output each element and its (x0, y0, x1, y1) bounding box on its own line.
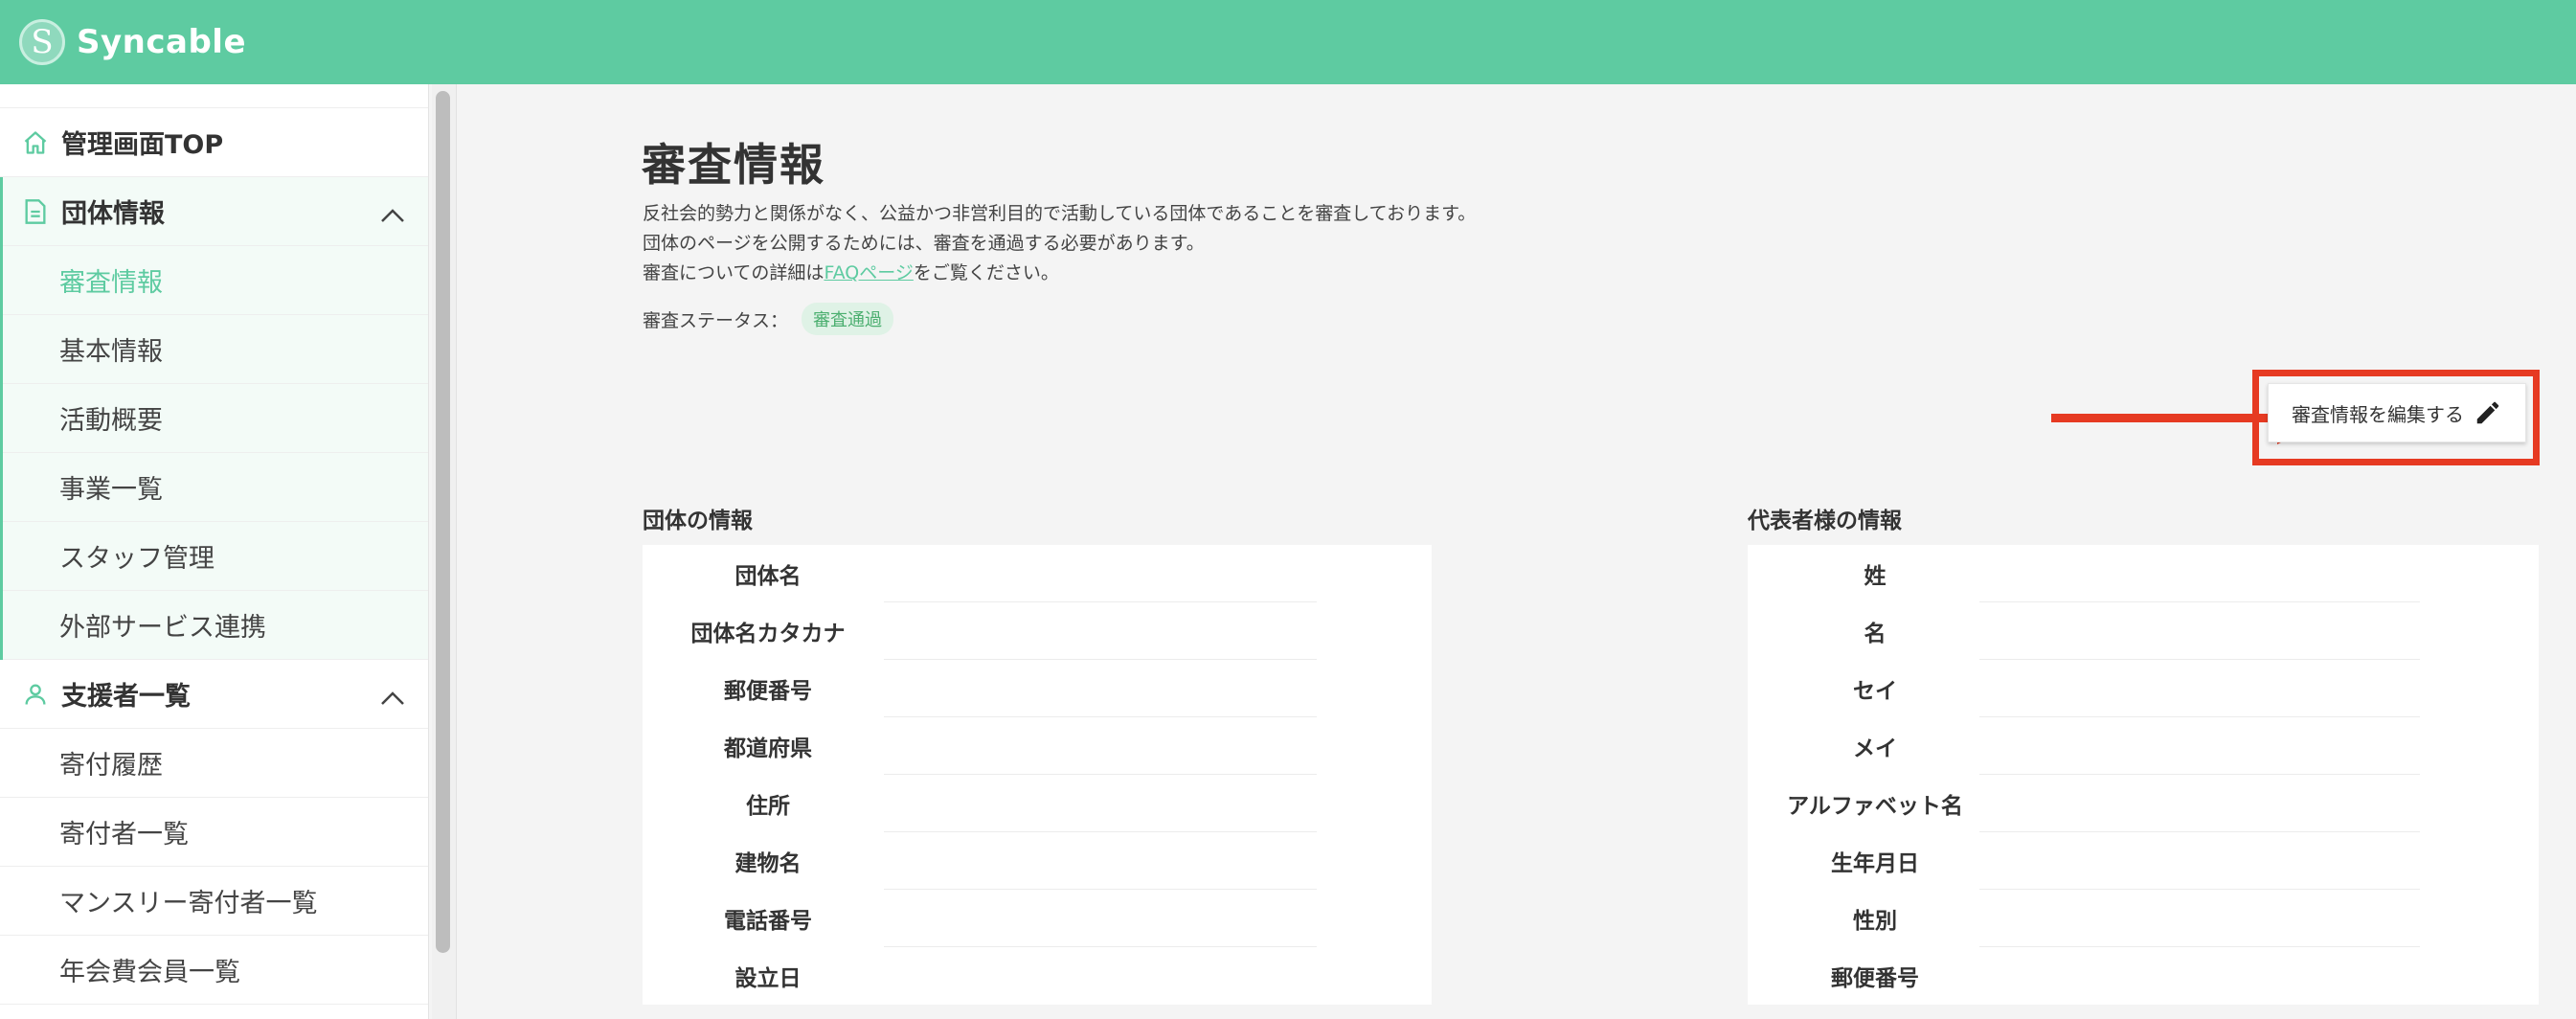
sidebar-item-projects[interactable]: 事業一覧 (3, 453, 428, 522)
table-row: 設立日 (734, 966, 802, 991)
sidebar-item-staff[interactable]: スタッフ管理 (3, 522, 428, 591)
sidebar-group-header-supporters[interactable]: 支援者一覧 (0, 660, 428, 729)
home-icon (21, 128, 50, 157)
table-row: アルファベット名 (1748, 775, 2539, 832)
faq-link[interactable]: FAQページ (824, 262, 913, 283)
sidebar-item-monthly-donors[interactable]: マンスリー寄付者一覧 (0, 867, 428, 936)
sidebar-item-label: 支援者一覧 (61, 682, 191, 712)
sidebar-item-label: 管理画面TOP (61, 130, 224, 160)
status-badge: 審査通過 (802, 303, 894, 335)
org-section-title: 団体の情報 (643, 509, 753, 533)
sidebar-item-donors[interactable]: 寄付者一覧 (0, 798, 428, 867)
chevron-up-icon[interactable] (380, 683, 405, 713)
chevron-up-icon[interactable] (380, 200, 405, 230)
table-row: 都道府県 (643, 717, 1432, 775)
status-row: 審査ステータス： 審査通過 (643, 303, 894, 335)
edit-screening-button[interactable]: 審査情報を編集する (2268, 383, 2526, 442)
table-row: セイ (1748, 660, 2539, 717)
status-label: 審査ステータス： (643, 309, 789, 331)
table-row: 郵便番号 (643, 660, 1432, 717)
table-row: メイ (1748, 717, 2539, 775)
sidebar-group-header-organization[interactable]: 団体情報 (3, 177, 428, 246)
document-icon (21, 197, 50, 226)
user-icon (21, 680, 50, 709)
table-row: 郵便番号 (1831, 966, 1919, 991)
sidebar-item-basic-info[interactable]: 基本情報 (3, 315, 428, 384)
sidebar-item-annual-members[interactable]: 年会費会員一覧 (0, 936, 428, 1005)
page-title: 審査情報 (642, 139, 825, 191)
table-row: 電話番号 (643, 890, 1432, 947)
rep-section-title: 代表者様の情報 (1748, 509, 1902, 533)
pencil-icon (2474, 398, 2502, 427)
table-row: 名 (1748, 602, 2539, 660)
logo-icon[interactable]: S (19, 19, 65, 65)
sidebar-item-top[interactable]: 管理画面TOP (0, 108, 428, 177)
sidebar-scrollbar-thumb[interactable] (436, 91, 450, 953)
sidebar-item-activity-overview[interactable]: 活動概要 (3, 384, 428, 453)
sidebar: 管理画面TOP 団体情報 審査情報 基本情報 活動概要 事業一覧 スタッフ管理 … (0, 84, 429, 1019)
main-content: 審査情報 反社会的勢力と関係がなく、公益かつ非営利目的で活動している団体であるこ… (458, 84, 2576, 1019)
table-row: 姓 (1748, 545, 2539, 602)
rep-info-table: 姓 名 セイ メイ アルファベット名 生年月日 性別 郵便番号 (1748, 545, 2539, 1005)
table-row: 団体名 (643, 545, 1432, 602)
table-row: 建物名 (643, 832, 1432, 890)
app-header: S Syncable (0, 0, 2576, 84)
edit-button-label: 審査情報を編集する (2292, 402, 2464, 426)
annotation-arrow (2051, 414, 2281, 422)
page-description: 反社会的勢力と関係がなく、公益かつ非営利目的で活動している団体であることを審査し… (643, 203, 1477, 283)
table-row: 生年月日 (1748, 832, 2539, 890)
sidebar-item-donation-history[interactable]: 寄付履歴 (0, 729, 428, 798)
org-info-table: 団体名 団体名カタカナ 郵便番号 都道府県 住所 建物名 電話番号 設立日 (643, 545, 1432, 1005)
sidebar-group-organization: 団体情報 審査情報 基本情報 活動概要 事業一覧 スタッフ管理 外部サービス連携 (0, 177, 428, 660)
brand-name[interactable]: Syncable (77, 23, 246, 61)
table-row: 住所 (643, 775, 1432, 832)
sidebar-item-screening[interactable]: 審査情報 (3, 246, 428, 315)
table-row: 性別 (1748, 890, 2539, 947)
table-row: 団体名カタカナ (643, 602, 1432, 660)
sidebar-group-supporters: 支援者一覧 寄付履歴 寄付者一覧 マンスリー寄付者一覧 年会費会員一覧 (0, 660, 428, 1005)
sidebar-item-label: 団体情報 (61, 199, 165, 229)
sidebar-item-integrations[interactable]: 外部サービス連携 (3, 591, 428, 660)
